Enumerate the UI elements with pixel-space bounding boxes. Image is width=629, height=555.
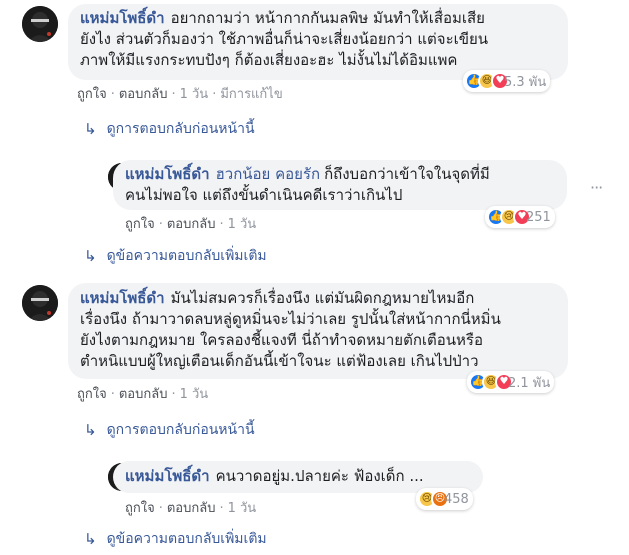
comment-text: คนวาดอยู่ม.ปลายค่ะ ฟ้องเด็ก ... [215, 467, 424, 485]
comment-bubble: แหม่มโพธิ์ดำ อยากถามว่า หน้ากากกันมลพิษ ม… [68, 4, 568, 80]
comment-text: ภาพให้มีแรงกระทบปังๆ ก็ต้องเสี่ยงอะฮะ ไม… [80, 51, 458, 69]
reply-link[interactable]: ตอบกลับ [119, 87, 168, 102]
reaction-count: 251 [526, 209, 551, 225]
like-link[interactable]: ถูกใจ [77, 387, 107, 402]
separator-dot: · [110, 87, 115, 102]
reaction-summary[interactable]: 😢 😠 458 [416, 488, 473, 510]
comment-actions: ถูกใจ · ตอบกลับ · 1 วัน [125, 497, 256, 518]
comment-time[interactable]: 1 วัน [180, 387, 209, 402]
view-more-replies[interactable]: ↳ ดูข้อความตอบกลับเพิ่มเติม [84, 245, 267, 267]
comment-actions: ถูกใจ · ตอบกลับ · 1 วัน · มีการแก้ไข [77, 83, 283, 104]
separator-dot: · [219, 217, 224, 232]
like-link[interactable]: ถูกใจ [125, 217, 155, 232]
comment-actions: ถูกใจ · ตอบกลับ · 1 วัน [77, 383, 208, 404]
reply-arrow-icon: ↳ [84, 421, 97, 439]
reply-arrow-icon: ↳ [84, 120, 97, 138]
comment-time[interactable]: 1 วัน [228, 217, 257, 232]
separator-dot: · [212, 87, 217, 102]
reply-arrow-icon: ↳ [84, 247, 97, 265]
view-more-label: ดูข้อความตอบกลับเพิ่มเติม [106, 248, 267, 264]
mention-link[interactable]: ฮวกน้อย คอยรัก [216, 165, 320, 183]
comment-text: ตำหนิแบบผู้ใหญ่เตือนเด็กอันนี้เข้าใจนะ แ… [80, 352, 479, 370]
comment-text: ยังไง ส่วนตัวก็มองว่า ใช้ภาพอื่นก็น่าจะเ… [80, 30, 489, 48]
like-link[interactable]: ถูกใจ [125, 501, 155, 516]
comment-text: คนไม่พอใจ แต่ถึงขั้นดำเนินคดีเราว่าเกินไ… [125, 186, 403, 204]
comment-bubble: แหม่มโพธิ์ดำ มันไม่สมควรก็เรื่องนึง แต่มั… [68, 283, 568, 379]
comment-text: อยากถามว่า หน้ากากกันมลพิษ มันทำให้เสื่อ… [170, 9, 485, 27]
reply-link[interactable]: ตอบกลับ [167, 501, 216, 516]
comment-text: มันไม่สมควรก็เรื่องนึง แต่มันผิดกฎหมายไห… [170, 289, 475, 307]
reply-arrow-icon: ↳ [84, 530, 97, 548]
separator-dot: · [158, 501, 163, 516]
avatar[interactable] [22, 285, 58, 321]
view-previous-replies[interactable]: ↳ ดูการตอบกลับก่อนหน้านี้ [84, 419, 255, 441]
view-more-replies[interactable]: ↳ ดูข้อความตอบกลับเพิ่มเติม [84, 528, 267, 550]
separator-dot: · [171, 387, 176, 402]
more-options-icon[interactable]: ··· [590, 178, 603, 197]
comment-author[interactable]: แหม่มโพธิ์ดำ [125, 467, 210, 485]
view-previous-replies[interactable]: ↳ ดูการตอบกลับก่อนหน้านี้ [84, 118, 255, 140]
comment-time[interactable]: 1 วัน [228, 501, 257, 516]
reaction-summary[interactable]: 👍 😆 ♥ 5.3 พัน [463, 70, 551, 92]
separator-dot: · [171, 87, 176, 102]
comment-author[interactable]: แหม่มโพธิ์ดำ [80, 289, 165, 307]
avatar[interactable] [22, 6, 58, 42]
comment-text: เรื่องนึง ถ้ามาวาดลบหลู่ดูหมิ่นจะไม่ว่าเ… [80, 310, 501, 328]
comment-time[interactable]: 1 วัน [180, 87, 209, 102]
reaction-summary[interactable]: 👍 😆 ♥ 2.1 พัน [467, 371, 555, 393]
comment-author[interactable]: แหม่มโพธิ์ดำ [80, 9, 165, 27]
reply-link[interactable]: ตอบกลับ [167, 217, 216, 232]
separator-dot: · [219, 501, 224, 516]
comment-actions: ถูกใจ · ตอบกลับ · 1 วัน [125, 213, 256, 234]
reply-link[interactable]: ตอบกลับ [119, 387, 168, 402]
edited-label[interactable]: มีการแก้ไข [220, 87, 282, 102]
reply-bubble: แหม่มโพธิ์ดำ ฮวกน้อย คอยรัก ก็ถึงบอกว่าเข้… [113, 160, 567, 210]
view-replies-label: ดูการตอบกลับก่อนหน้านี้ [106, 422, 255, 438]
reaction-count: 458 [444, 491, 469, 507]
reaction-count: 5.3 พัน [504, 74, 547, 90]
like-link[interactable]: ถูกใจ [77, 87, 107, 102]
reaction-count: 2.1 พัน [508, 375, 551, 391]
separator-dot: · [158, 217, 163, 232]
separator-dot: · [110, 387, 115, 402]
view-more-label: ดูข้อความตอบกลับเพิ่มเติม [106, 531, 267, 547]
comment-text: ก็ถึงบอกว่าเข้าใจในจุดที่มี [324, 165, 490, 183]
reaction-summary[interactable]: 👍 😢 ♥ 251 [485, 206, 555, 228]
comment-author[interactable]: แหม่มโพธิ์ดำ [125, 165, 210, 183]
comment-text: ยังไงตามกฎหมาย ใครลองชี้แจงที นี่ถ้าทำจด… [80, 331, 483, 349]
view-replies-label: ดูการตอบกลับก่อนหน้านี้ [106, 121, 255, 137]
